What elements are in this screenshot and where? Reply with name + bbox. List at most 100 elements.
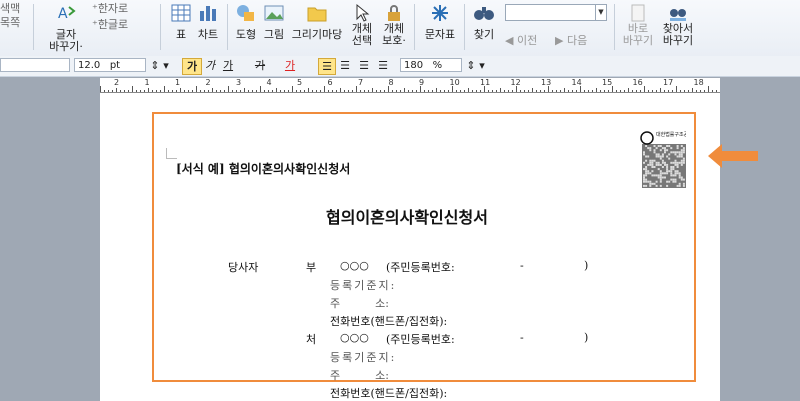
ruler-tick xyxy=(528,90,529,92)
find-prev-button[interactable]: ◀ 이전 xyxy=(505,32,537,48)
document-title: 협의이혼의사확인신청서 xyxy=(326,208,488,227)
ruler-tick xyxy=(440,90,441,92)
group-divider xyxy=(33,4,34,50)
object-select-button[interactable]: 개체 선택 xyxy=(348,0,376,56)
underline-button[interactable]: 가 xyxy=(220,58,236,73)
reg-no-close: ) xyxy=(584,259,589,272)
find-input[interactable]: ▼ xyxy=(505,4,607,21)
ruler-tick xyxy=(568,90,569,92)
ruler-tick xyxy=(456,90,457,92)
ruler-tick xyxy=(520,90,521,92)
ruler-tick xyxy=(540,90,541,92)
shape-button[interactable]: 도형 xyxy=(232,0,260,56)
ruler-tick xyxy=(664,90,665,92)
ruler-tick xyxy=(328,90,329,92)
ruler-tick xyxy=(356,86,357,92)
ruler-tick xyxy=(600,90,601,92)
ruler-number: 13 xyxy=(541,78,552,87)
ruler-tick xyxy=(704,90,705,92)
font-color-button[interactable]: 가 xyxy=(282,58,298,73)
hanja-button[interactable]: ⁺한자로 xyxy=(92,0,128,16)
chevron-down-icon[interactable]: ▾ xyxy=(476,58,488,73)
strike-button[interactable]: 가 xyxy=(252,58,268,73)
ruler-tick xyxy=(460,90,461,92)
ruler-tick xyxy=(616,90,617,92)
ruler-tick xyxy=(660,88,661,92)
wife-label: 처 xyxy=(306,333,317,346)
horizontal-ruler[interactable]: 2 1 1 2 3 4 5 6 7 8 9 10 11 12 13 14 15 16 17 18 xyxy=(100,78,720,93)
ruler-tick xyxy=(252,90,253,92)
ruler-tick xyxy=(380,90,381,92)
ruler-tick xyxy=(576,90,577,92)
align-left-icon: ☰ xyxy=(340,59,350,72)
zoom-input[interactable]: 180 % xyxy=(400,58,462,72)
ruler-tick xyxy=(164,86,165,92)
ruler-tick xyxy=(360,90,361,92)
ruler-tick xyxy=(148,88,149,92)
ruler-tick xyxy=(348,90,349,92)
ruler-tick xyxy=(496,90,497,92)
ruler-tick xyxy=(304,90,305,92)
ruler-tick xyxy=(260,86,261,92)
ruler-tick xyxy=(296,90,297,92)
ruler-tick xyxy=(492,90,493,92)
ruler-tick xyxy=(316,90,317,92)
reg-no-dash: - xyxy=(520,331,524,344)
ruler-tick xyxy=(588,90,589,92)
ruler-tick xyxy=(500,88,501,92)
ruler-tick xyxy=(352,90,353,92)
draw-pad-button[interactable]: 그리기마당 xyxy=(288,0,346,56)
chevron-down-icon[interactable]: ▾ xyxy=(160,58,172,73)
ruler-tick xyxy=(264,90,265,92)
charmap-button[interactable]: 문자표 xyxy=(420,0,460,56)
find-replace-button[interactable]: 찾아서 바꾸기 xyxy=(658,0,698,56)
ruler-tick xyxy=(128,90,129,92)
italic-button[interactable]: 가 xyxy=(202,58,218,73)
ruler-tick xyxy=(628,88,629,92)
ruler-number: 11 xyxy=(480,78,491,87)
style-dropdown[interactable] xyxy=(0,58,70,72)
ruler-number: 2 xyxy=(205,78,211,87)
chevron-down-icon[interactable]: ▼ xyxy=(595,5,606,20)
find-next-button[interactable]: ▶ 다음 xyxy=(555,32,587,48)
ruler-tick xyxy=(476,90,477,92)
picture-button[interactable]: 그림 xyxy=(260,0,288,56)
align-justify-button[interactable]: ☰ xyxy=(318,58,336,75)
font-size-input[interactable]: 12.0 pt xyxy=(74,58,146,72)
align-left-button[interactable]: ☰ xyxy=(337,58,353,73)
ruler-tick xyxy=(184,90,185,92)
align-right-button[interactable]: ☰ xyxy=(375,58,391,73)
ruler-tick xyxy=(256,90,257,92)
ruler-tick xyxy=(676,86,677,92)
svg-text:대한법률구조공단: 대한법률구조공단 xyxy=(656,131,686,138)
zoom-stepper[interactable]: ⇕ xyxy=(466,58,476,73)
ribbon-toolbar: 색맥 목쪽 A 글자 바꾸기· ⁺한자로 ⁺한글로 표 차트 도형 그림 그리기… xyxy=(0,0,800,57)
ruler-tick xyxy=(364,90,365,92)
chart-button[interactable]: 차트 xyxy=(194,0,222,56)
ruler-tick xyxy=(288,90,289,92)
ruler-number: 6 xyxy=(327,78,333,87)
bold-button[interactable]: 가 xyxy=(182,58,202,75)
ruler-tick xyxy=(344,90,345,92)
find-button[interactable]: 찾기 xyxy=(468,0,500,56)
align-center-icon: ☰ xyxy=(359,59,369,72)
ruler-tick xyxy=(176,90,177,92)
size-stepper[interactable]: ⇕ xyxy=(150,58,160,73)
picture-icon xyxy=(264,5,284,21)
object-protect-button[interactable]: 개체 보호· xyxy=(378,0,410,56)
char-change-button[interactable]: A 글자 바꾸기· xyxy=(44,0,88,56)
ruler-tick xyxy=(668,90,669,92)
document-icon xyxy=(631,4,645,22)
ruler-tick xyxy=(424,90,425,92)
goto-replace-button[interactable]: 바로 바꾸기 xyxy=(618,0,658,56)
hangul-button[interactable]: ⁺한글로 xyxy=(92,16,128,32)
partial-button-bottom[interactable]: 목쪽 xyxy=(0,14,20,30)
ruler-number: 2 xyxy=(114,78,120,87)
char-change-icon: A xyxy=(58,6,76,22)
align-center-button[interactable]: ☰ xyxy=(356,58,372,73)
arrow-right-icon: ▶ xyxy=(555,34,567,47)
ruler-number: 18 xyxy=(693,78,704,87)
table-button[interactable]: 표 xyxy=(168,0,194,56)
ruler-tick xyxy=(320,90,321,92)
ruler-number: 10 xyxy=(449,78,460,87)
